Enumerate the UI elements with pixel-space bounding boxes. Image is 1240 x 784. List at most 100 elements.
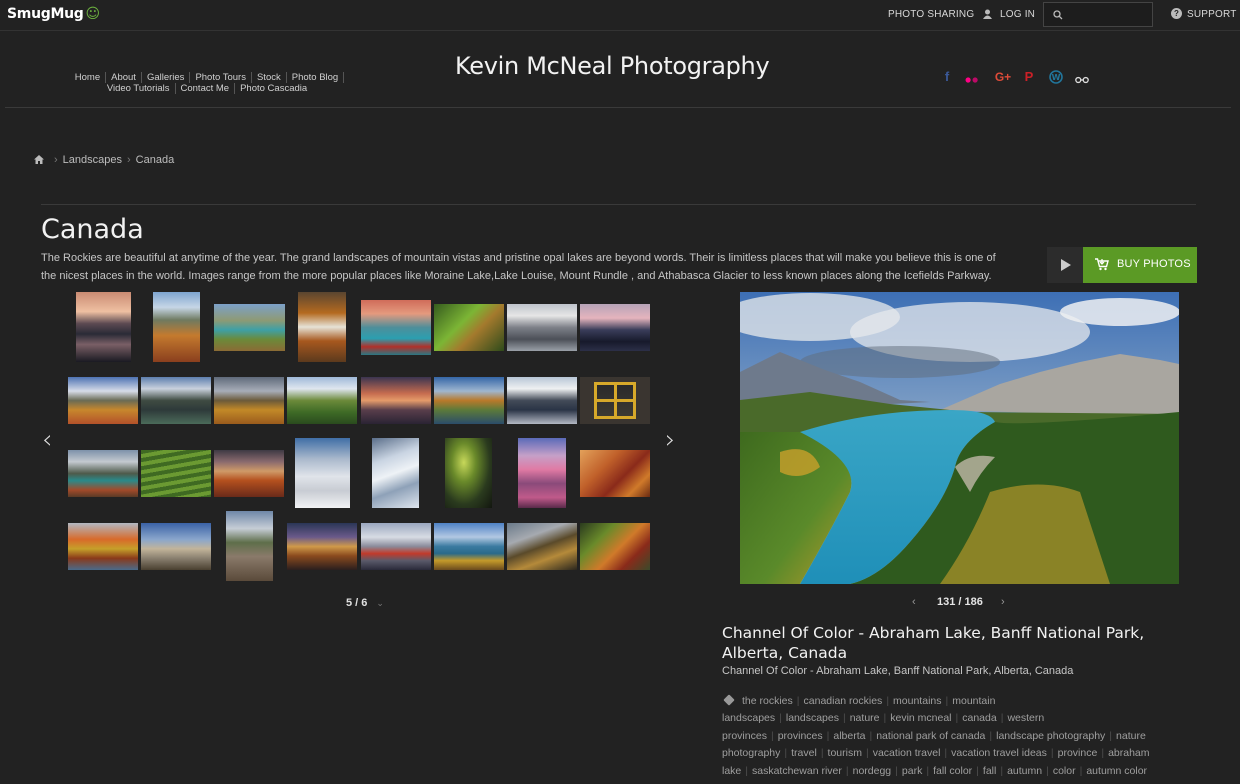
thumbnail[interactable] [445,438,492,508]
keyword-tag[interactable]: saskatchewan river [748,765,846,777]
prev-page-arrow[interactable]: ‹ [42,425,52,455]
breadcrumb-landscapes[interactable]: Landscapes [63,154,122,166]
keyword-tag[interactable]: vacation travel ideas [947,747,1051,759]
nav-photo-cascadia[interactable]: Photo Cascadia [235,83,312,94]
thumbnail[interactable] [287,523,357,570]
thumbnail[interactable] [507,523,577,570]
keyword-tag[interactable]: vacation travel [869,747,945,759]
site-title[interactable]: Kevin McNeal Photography [455,52,770,80]
header-divider [5,107,1231,108]
thumbnail[interactable] [580,450,650,497]
next-page-arrow[interactable]: › [665,425,675,455]
thumbnail[interactable] [214,377,284,424]
thumbnail[interactable] [141,450,211,497]
thumbnail[interactable] [372,438,419,508]
keyword-tag[interactable]: canadian rockies [800,695,887,707]
nav-video-tutorials[interactable]: Video Tutorials [102,83,176,94]
thumbnail[interactable] [507,377,577,424]
thumbnail[interactable] [226,511,273,581]
keyword-tag[interactable]: fall [979,765,1000,777]
thumbnail[interactable] [580,304,650,351]
nav-about[interactable]: About [106,72,142,83]
nav-galleries[interactable]: Galleries [142,72,191,83]
thumbnail[interactable] [361,300,431,355]
google-plus-icon[interactable]: G+ [994,70,1012,84]
keyword-tag[interactable]: provinces [774,730,827,742]
thumbnail[interactable] [141,377,211,424]
keyword-tag[interactable]: national park of canada [872,730,989,742]
gallery-title: Canada [41,214,144,245]
thumbnail[interactable] [434,304,504,351]
thumbnail[interactable] [214,450,284,497]
thumbnail[interactable] [580,377,650,424]
thumbnail[interactable] [361,523,431,570]
smile-icon: ☺ [85,6,100,22]
keyword-tag[interactable]: nature [846,712,884,724]
thumbnail[interactable] [298,292,346,362]
thumbnail[interactable] [68,523,138,570]
nav-contact-me[interactable]: Contact Me [176,83,236,94]
keyword-tag[interactable]: landscapes [782,712,843,724]
flickr-icon[interactable] [965,73,979,87]
top-bar: SmugMug ☺ PHOTO SHARING LOG IN ? SUPPORT [0,0,1240,31]
keyword-tag[interactable]: autumn color [1082,765,1151,777]
keyword-tag[interactable]: the rockies [738,695,797,707]
keyword-tag[interactable]: landscape photography [992,730,1109,742]
support-link[interactable]: SUPPORT [1187,9,1237,20]
thumbnail[interactable] [434,523,504,570]
keyword-tag[interactable]: autumn [1003,765,1046,777]
buy-photos-button[interactable]: BUY PHOTOS [1083,247,1197,283]
keyword-tag[interactable]: kevin mcneal [886,712,955,724]
keyword-tag[interactable]: tourism [824,747,866,759]
keyword-tag[interactable]: mountains [889,695,945,707]
thumbnail[interactable] [580,523,650,570]
nav-photo-blog[interactable]: Photo Blog [287,72,345,83]
keyword-tag[interactable]: color [1049,765,1080,777]
pinterest-icon[interactable]: P [1022,70,1036,84]
keyword-tags: the rockies | canadian rockies | mountains | m… [722,693,1162,780]
smugmug-logo[interactable]: SmugMug ☺ [7,6,100,22]
thumbnail[interactable] [518,438,566,508]
gallery-description: The Rockies are beautiful at anytime of … [41,252,996,282]
keyword-tag[interactable]: park [898,765,926,777]
thumbnail[interactable] [153,292,200,362]
chevron-right-icon: › [127,154,131,166]
thumbnail[interactable] [214,304,285,351]
keyword-tag[interactable]: travel [787,747,821,759]
site-nav: Home About Galleries Photo Tours Stock Photo … [42,72,372,94]
chevron-down-icon: ⌄ [376,598,384,608]
keyword-tag[interactable]: alberta [829,730,869,742]
keyword-tag[interactable]: nordegg [849,765,896,777]
photo-sharing-link[interactable]: PHOTO SHARING [888,9,974,20]
wordpress-icon[interactable]: W [1049,70,1063,84]
keyword-tag[interactable]: fall color [929,765,976,777]
search-input[interactable] [1043,2,1153,27]
slideshow-button[interactable] [1047,247,1083,283]
keyword-tag[interactable]: province [1054,747,1102,759]
thumbnail[interactable] [287,377,357,424]
thumbnail[interactable] [295,438,350,508]
smugmug-icon[interactable] [1075,73,1089,87]
help-icon: ? [1171,8,1182,19]
thumbnail[interactable] [141,523,211,570]
gallery-pager[interactable]: 5 / 6 ⌄ [346,597,384,609]
svg-text:W: W [1052,73,1061,82]
keyword-tag[interactable]: canada [958,712,1000,724]
breadcrumb: › Landscapes › Canada [34,154,174,166]
thumbnail[interactable] [68,377,138,424]
thumbnail[interactable] [361,377,431,424]
prev-photo-arrow[interactable]: ‹ [912,596,916,608]
thumbnail[interactable] [507,304,577,351]
nav-home[interactable]: Home [70,72,107,83]
nav-stock[interactable]: Stock [252,72,287,83]
next-photo-arrow[interactable]: › [1001,596,1005,608]
nav-photo-tours[interactable]: Photo Tours [190,72,252,83]
home-icon[interactable] [34,155,44,164]
thumbnail[interactable] [434,377,504,424]
thumbnail[interactable] [76,292,131,362]
thumbnail[interactable] [68,450,138,497]
main-photo[interactable] [740,292,1179,584]
login-link[interactable]: LOG IN [1000,9,1035,20]
facebook-icon[interactable]: f [940,70,954,84]
breadcrumb-canada[interactable]: Canada [136,154,175,166]
